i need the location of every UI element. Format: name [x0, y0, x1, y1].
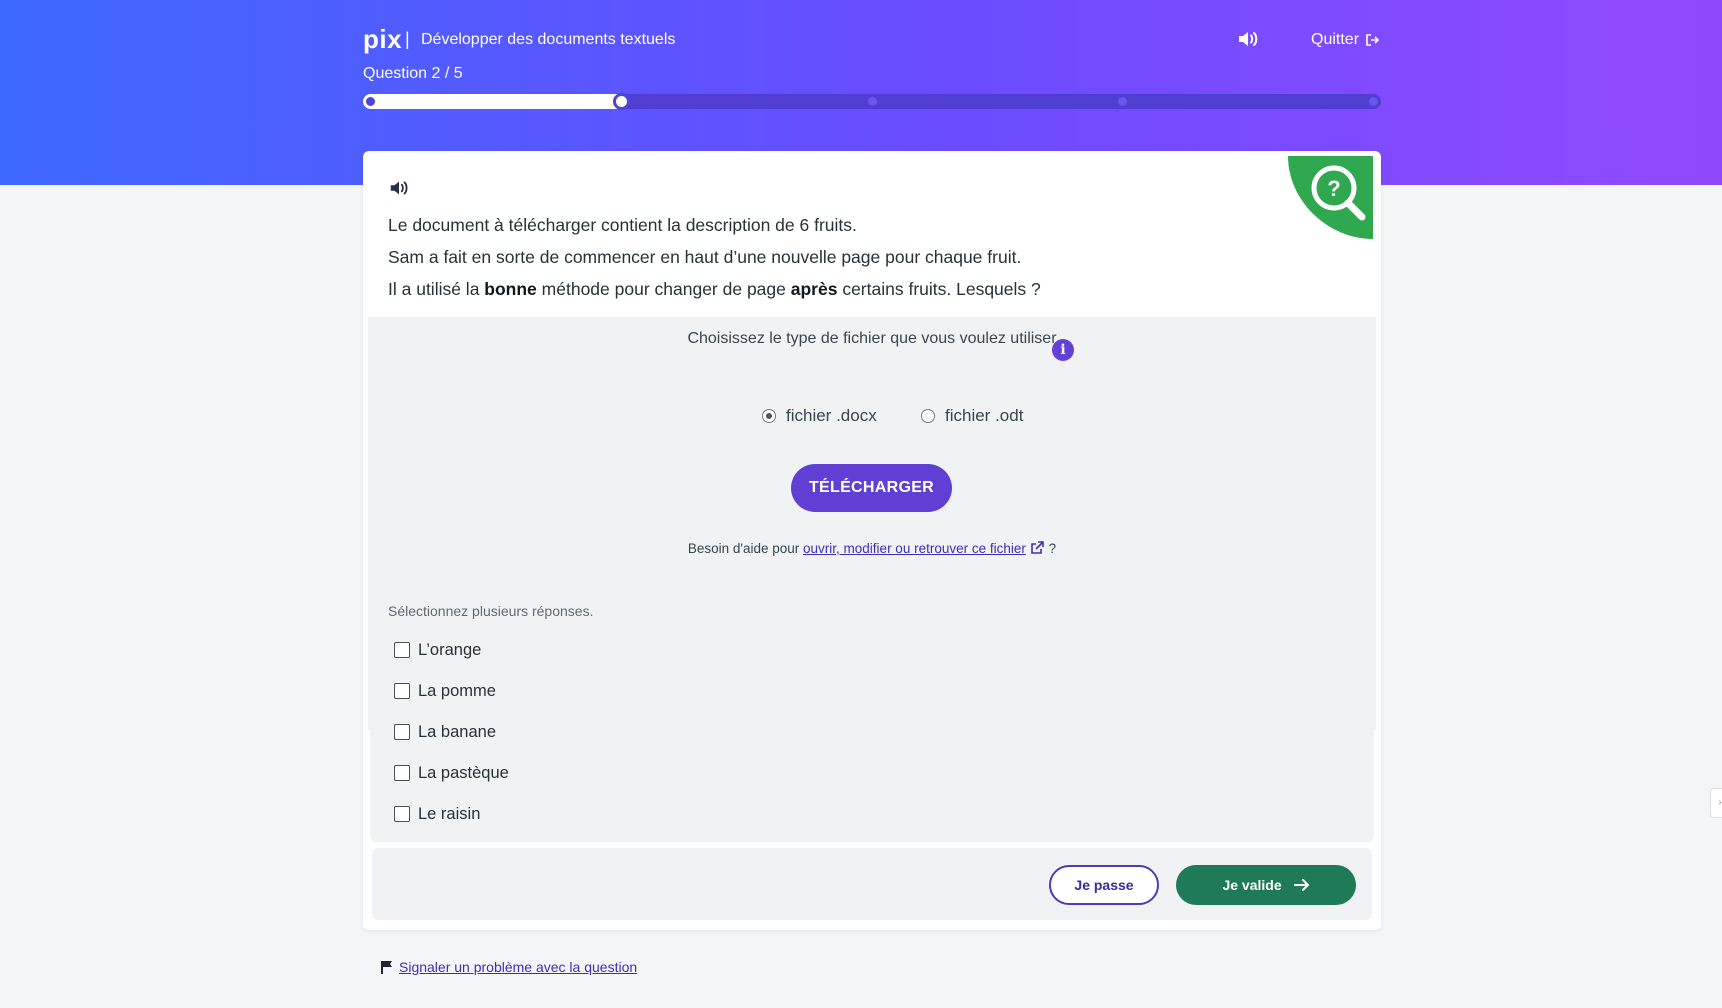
competence-title: Développer des documents textuels [421, 31, 676, 48]
external-link-icon[interactable] [1029, 540, 1045, 556]
file-help-text: Besoin d'aide pour ouvrir, modifier ou r… [687, 540, 1057, 556]
pix-logo[interactable]: pix [363, 24, 402, 54]
quit-label: Quitter [1311, 31, 1360, 48]
answer-checkbox[interactable] [394, 806, 410, 822]
quit-button[interactable]: Quitter [1311, 30, 1380, 50]
side-panel-toggle[interactable]: › [1710, 788, 1722, 818]
radio-docx[interactable]: fichier .docx [762, 406, 877, 426]
progress-bar [363, 93, 1381, 110]
exit-icon [1366, 34, 1380, 46]
answer-option[interactable]: Le raisin [394, 803, 480, 825]
instruction-line-1: Le document à télécharger contient la de… [388, 215, 857, 235]
answer-option[interactable]: La banane [394, 721, 496, 743]
flag-icon [381, 961, 392, 974]
question-counter: Question 2 / 5 [363, 65, 463, 82]
challenge-card: ? Le document à télécharger contient la … [363, 151, 1381, 930]
file-help-link[interactable]: ouvrir, modifier ou retrouver ce fichier [803, 541, 1026, 556]
validate-button[interactable]: Je valide [1176, 865, 1356, 905]
report-problem-label: Signaler un problème avec la question [399, 959, 638, 975]
skip-button[interactable]: Je passe [1049, 865, 1159, 905]
answer-option[interactable]: L’orange [394, 639, 481, 661]
progress-step-dot [366, 97, 375, 106]
report-problem-link[interactable]: Signaler un problème avec la question [381, 959, 637, 975]
read-aloud-icon[interactable] [388, 177, 410, 199]
radio-odt-label: fichier .odt [945, 406, 1024, 425]
instruction-line-3: Il a utilisé la bonne méthode pour chang… [388, 279, 1041, 299]
instruction-line-2: Sam a fait en sorte de commencer en haut… [388, 247, 1022, 267]
file-type-label: Choisissez le type de fichier que vous v… [687, 330, 1057, 347]
multiple-answers-hint: Sélectionnez plusieurs réponses. [388, 603, 594, 619]
answer-option[interactable]: La pomme [394, 680, 496, 702]
radio-odt-indicator[interactable] [921, 409, 935, 423]
sound-icon[interactable] [1236, 27, 1260, 51]
answer-checkbox[interactable] [394, 683, 410, 699]
answer-label: L’orange [418, 640, 482, 659]
progress-step-dot [1118, 97, 1128, 106]
answer-label: La pastèque [418, 763, 509, 782]
answer-checkbox[interactable] [394, 765, 410, 781]
search-help-badge: ? [1288, 156, 1373, 239]
validate-label: Je valide [1222, 877, 1282, 893]
progress-step-dot [612, 93, 630, 110]
download-button[interactable]: TÉLÉCHARGER [791, 464, 952, 512]
svg-text:?: ? [1327, 176, 1340, 201]
radio-docx-label: fichier .docx [786, 406, 877, 425]
answer-checkbox[interactable] [394, 724, 410, 740]
answer-label: La banane [418, 722, 496, 741]
title-separator: | [405, 29, 410, 49]
challenge-instruction: Le document à télécharger contient la de… [388, 209, 1268, 305]
radio-odt[interactable]: fichier .odt [921, 406, 1023, 426]
answer-checkbox[interactable] [394, 642, 410, 658]
progress-fill [363, 94, 630, 109]
answer-label: Le raisin [418, 804, 481, 823]
arrow-right-icon [1293, 879, 1309, 891]
answers-panel [370, 584, 1374, 842]
answer-option[interactable]: La pastèque [394, 762, 509, 784]
info-icon[interactable]: i [1052, 339, 1074, 361]
progress-step-dot [1369, 97, 1378, 106]
progress-step-dot [867, 97, 877, 106]
answer-label: La pomme [418, 681, 496, 700]
app-header: pix | Développer des documents textuels … [363, 24, 1381, 64]
radio-docx-indicator[interactable] [762, 409, 776, 423]
